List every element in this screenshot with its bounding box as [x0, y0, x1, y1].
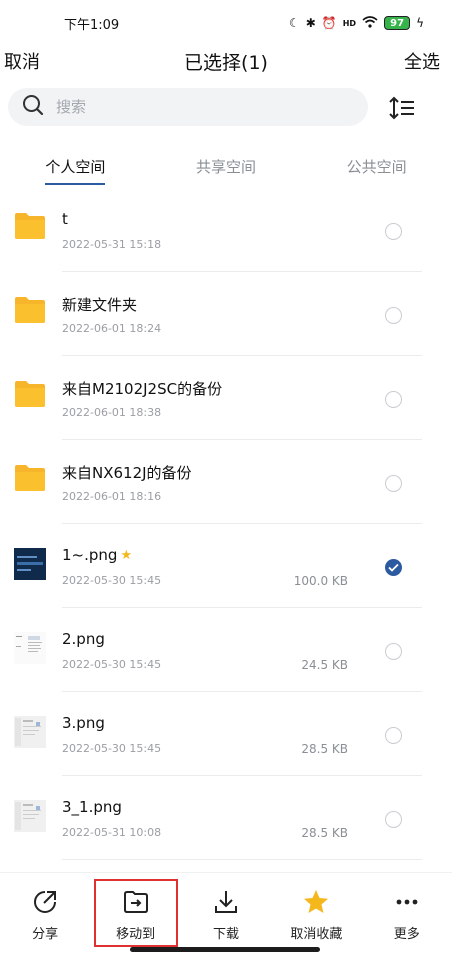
wifi-icon	[362, 15, 378, 31]
select-checkbox[interactable]	[385, 391, 402, 408]
star-icon: ★	[120, 547, 133, 563]
file-date: 2022-06-01 18:16	[62, 490, 162, 503]
page-title: 已选择(1)	[184, 51, 268, 74]
moon-icon: ☾	[288, 16, 300, 30]
list-item[interactable]: 2.png 2022-05-30 15:45 24.5 KB	[0, 608, 452, 692]
more-label: 更多	[393, 927, 420, 942]
file-name: t	[62, 210, 68, 228]
move-to-label: 移动到	[116, 927, 156, 942]
download-icon	[211, 887, 241, 917]
sort-icon[interactable]	[388, 94, 416, 122]
file-size: 100.0 KB	[293, 574, 348, 588]
more-icon	[392, 887, 422, 917]
list-item[interactable]: 新建文件夹 2022-06-01 18:24	[0, 272, 452, 356]
image-thumbnail	[14, 800, 46, 832]
unfavorite-label: 取消收藏	[290, 927, 343, 942]
select-checkbox[interactable]	[385, 223, 402, 240]
move-folder-icon	[121, 887, 151, 917]
list-item[interactable]: 3.png 2022-05-30 15:45 28.5 KB	[0, 692, 452, 776]
file-date: 2022-05-30 15:45	[62, 658, 162, 671]
select-checkbox[interactable]	[385, 727, 402, 744]
tab-shared-space[interactable]: 共享空间	[151, 146, 302, 190]
divider	[62, 859, 422, 860]
file-size: 28.5 KB	[301, 742, 348, 756]
list-item[interactable]: t 2022-05-31 15:18	[0, 188, 452, 272]
file-select-screen: 下午1:09 ☾ ✱ ⏰ HD 97 ϟ 取消 已选择(1) 全选 搜索 个人空…	[0, 0, 452, 961]
star-icon	[301, 887, 331, 917]
battery-indicator: 97	[384, 16, 411, 30]
search-row	[0, 84, 452, 132]
file-name: 来自NX612J的备份	[62, 464, 192, 482]
select-checkbox[interactable]	[385, 475, 402, 492]
file-name: 来自M2102J2SC的备份	[62, 380, 223, 398]
tab-personal-space[interactable]: 个人空间	[0, 146, 151, 190]
file-size: 24.5 KB	[301, 658, 348, 672]
share-label: 分享	[32, 927, 59, 942]
file-name: 1~.png ★	[62, 546, 133, 564]
list-item[interactable]: 来自M2102J2SC的备份 2022-06-01 18:38	[0, 356, 452, 440]
move-to-button[interactable]: 移动到	[93, 879, 178, 947]
file-date: 2022-05-30 15:45	[62, 574, 162, 587]
status-icons: ☾ ✱ ⏰ HD 97 ϟ	[288, 15, 424, 31]
file-name: 新建文件夹	[62, 296, 138, 314]
file-size: 28.5 KB	[301, 826, 348, 840]
select-checkbox[interactable]	[385, 307, 402, 324]
home-indicator[interactable]	[130, 947, 320, 952]
search-box[interactable]	[8, 88, 368, 126]
alarm-icon: ⏰	[321, 16, 337, 30]
file-list: t 2022-05-31 15:18 新建文件夹 2022-06-01 18:2…	[0, 188, 452, 860]
file-name: 3.png	[62, 714, 105, 732]
status-time: 下午1:09	[64, 17, 120, 33]
select-checkbox[interactable]	[385, 643, 402, 660]
folder-icon	[14, 296, 46, 328]
image-thumbnail	[14, 716, 46, 748]
more-button[interactable]: 更多	[367, 873, 447, 961]
select-checkbox[interactable]	[385, 811, 402, 828]
file-date: 2022-06-01 18:38	[62, 406, 162, 419]
search-icon	[22, 94, 44, 120]
list-item[interactable]: 3_1.png 2022-05-31 10:08 28.5 KB	[0, 776, 452, 860]
charging-icon: ϟ	[416, 16, 424, 30]
select-all-button[interactable]: 全选	[404, 44, 440, 78]
file-date: 2022-05-31 10:08	[62, 826, 162, 839]
file-name: 2.png	[62, 630, 105, 648]
space-tabs: 个人空间 共享空间 公共空间	[0, 146, 452, 190]
file-date: 2022-05-30 15:45	[62, 742, 162, 755]
share-icon	[30, 887, 60, 917]
file-name: 3_1.png	[62, 798, 122, 816]
file-date: 2022-06-01 18:24	[62, 322, 162, 335]
tab-public-space[interactable]: 公共空间	[301, 146, 452, 190]
select-checkbox-checked[interactable]	[385, 559, 402, 576]
bluetooth-icon: ✱	[305, 16, 316, 30]
image-thumbnail	[14, 632, 46, 664]
folder-icon	[14, 380, 46, 412]
signal-hd-icon: HD	[342, 18, 357, 28]
search-input[interactable]	[56, 98, 336, 116]
folder-icon	[14, 212, 46, 244]
list-item[interactable]: 来自NX612J的备份 2022-06-01 18:16	[0, 440, 452, 524]
folder-icon	[14, 464, 46, 496]
file-date: 2022-05-31 15:18	[62, 238, 162, 251]
image-thumbnail	[14, 548, 46, 580]
cancel-button[interactable]: 取消	[4, 44, 40, 78]
download-label: 下载	[212, 927, 239, 942]
list-item[interactable]: 1~.png ★ 2022-05-30 15:45 100.0 KB	[0, 524, 452, 608]
checkmark-icon	[388, 563, 399, 572]
selection-header: 取消 已选择(1) 全选	[0, 40, 452, 82]
share-button[interactable]: 分享	[5, 873, 85, 961]
